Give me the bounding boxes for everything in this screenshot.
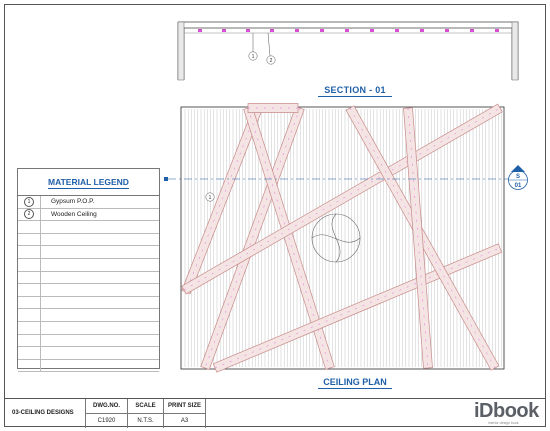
- section-title-underline: [318, 96, 392, 97]
- legend-number-badge: 2: [24, 209, 34, 220]
- legend-row-number: [18, 258, 41, 271]
- section-lights: [198, 29, 499, 32]
- scale-cell: SCALE N.T.S.: [128, 399, 164, 428]
- legend-row-number: [18, 246, 41, 258]
- legend-row: [18, 246, 159, 259]
- legend-row-number: [18, 271, 41, 284]
- title-block: 03-CEILING DESIGNS DWG.NO. C1920 SCALE N…: [4, 398, 546, 428]
- legend-row: 1 Gypsum P.O.P.: [18, 196, 159, 209]
- section-cut-end: [164, 177, 168, 181]
- scale-value: N.T.S.: [137, 418, 154, 424]
- legend-row-number: [18, 347, 41, 359]
- brand-name: iDbook: [474, 399, 539, 422]
- section-callout-1: 1: [252, 54, 255, 60]
- plan-title: CEILING PLAN: [323, 377, 387, 387]
- print-size-value: A3: [180, 418, 189, 424]
- legend-row: 2 Wooden Ceiling: [18, 208, 159, 222]
- legend-row-number: [18, 296, 41, 309]
- plan-title-underline: [318, 388, 392, 389]
- legend-row: [18, 321, 159, 335]
- section-callout-2: 2: [270, 58, 273, 64]
- legend-row: [18, 233, 159, 247]
- legend-row: [18, 221, 159, 234]
- section-marker-top: S: [516, 174, 520, 180]
- legend-row-number: [18, 233, 41, 246]
- legend-row-number: [18, 221, 41, 233]
- section-marker-bottom: 01: [515, 183, 522, 189]
- legend-row: [18, 359, 159, 373]
- print-size-label: PRINT SIZE: [164, 399, 205, 414]
- ceiling-plan: S 01 1: [164, 103, 528, 373]
- legend-row-number: [18, 309, 41, 321]
- legend-row-number: [18, 334, 41, 347]
- brand-logo: iDbook: [474, 399, 539, 423]
- scale-label: SCALE: [128, 399, 163, 414]
- legend-number-badge: 1: [24, 196, 34, 207]
- legend-row: [18, 258, 159, 272]
- plan-outline: [180, 106, 505, 370]
- drawing-name: 03-CEILING DESIGNS: [4, 399, 86, 428]
- legend-row-number: 2: [18, 208, 41, 221]
- legend-rows: 1 Gypsum P.O.P. 2 Wooden Ceiling: [18, 196, 159, 373]
- legend-row: [18, 296, 159, 310]
- legend-row-number: [18, 359, 41, 372]
- print-size-cell: PRINT SIZE A3: [164, 399, 206, 428]
- brand-tagline: interior design book: [488, 421, 519, 425]
- legend-row-number: [18, 284, 41, 296]
- legend-row: [18, 284, 159, 297]
- legend-row-number: 1: [18, 196, 41, 208]
- dwg-no-label: DWG.NO.: [86, 399, 127, 414]
- legend-row-label: Wooden Ceiling: [51, 210, 97, 218]
- legend-row: [18, 334, 159, 348]
- legend-row-number: [18, 321, 41, 334]
- plan-callout-1: 1: [209, 195, 212, 201]
- legend-row: [18, 309, 159, 322]
- legend-row-label: Gypsum P.O.P.: [51, 198, 95, 206]
- dwg-no-cell: DWG.NO. C1920: [86, 399, 128, 428]
- material-legend: MATERIAL LEGEND 1 Gypsum P.O.P. 2 Wooden Ce…: [17, 168, 160, 373]
- legend-row: [18, 347, 159, 360]
- legend-title: MATERIAL LEGEND: [18, 169, 159, 196]
- section-title: SECTION - 01: [324, 85, 386, 95]
- dwg-no-value: C1920: [97, 418, 116, 424]
- legend-row: [18, 271, 159, 285]
